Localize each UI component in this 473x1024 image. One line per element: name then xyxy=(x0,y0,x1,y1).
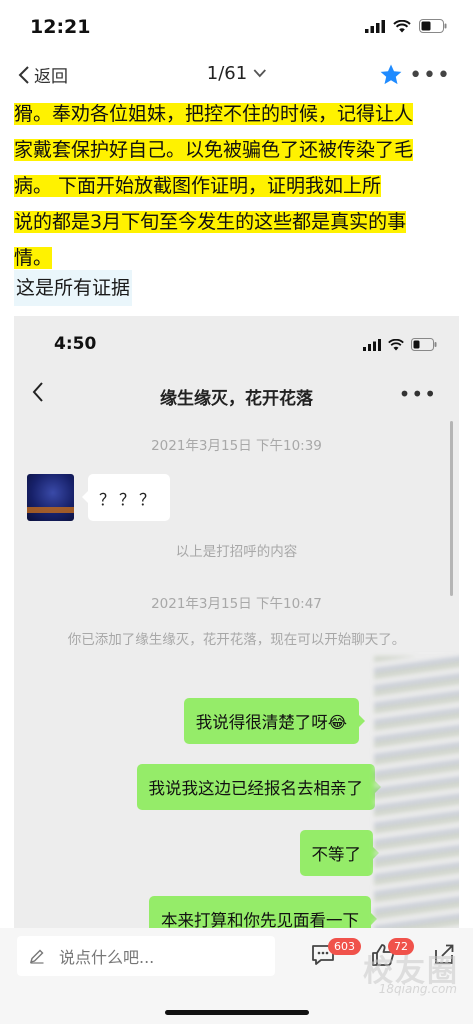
comment-button[interactable]: 603 xyxy=(310,938,361,972)
article-line: 家戴套保护好自己。以免被骗色了还被传染了毛 xyxy=(14,139,414,161)
pencil-icon xyxy=(29,949,44,964)
status-time: 12:21 xyxy=(30,16,91,38)
chat-timestamp: 2021年3月15日 下午10:39 xyxy=(151,438,322,454)
sent-message: 我说得很清楚了呀😂 xyxy=(183,698,366,744)
screenshot-status-icons xyxy=(363,338,437,351)
article-line: 猾。奉劝各位姐妹，把控不住的时候，记得让人 xyxy=(14,103,414,125)
signal-icon xyxy=(363,338,381,351)
contact-avatar xyxy=(27,474,74,521)
signal-icon xyxy=(365,19,385,33)
redacted-area xyxy=(374,656,459,936)
battery-icon xyxy=(411,338,437,351)
chevron-down-icon xyxy=(253,69,266,78)
comment-placeholder: 说点什么吧... xyxy=(59,948,155,967)
wifi-icon xyxy=(393,19,411,32)
article-line: 情。 xyxy=(14,247,53,269)
comment-input[interactable]: 说点什么吧... xyxy=(17,936,275,976)
favorite-star-icon[interactable] xyxy=(379,63,403,87)
chat-note: 以上是打招呼的内容 xyxy=(175,544,298,560)
article-body: 猾。奉劝各位姐妹，把控不住的时候，记得让人 家戴套保护好自己。以免被骗色了还被传… xyxy=(14,96,460,276)
comment-count-badge: 603 xyxy=(328,938,361,955)
evidence-label: 这是所有证据 xyxy=(14,270,133,306)
battery-icon xyxy=(419,19,447,33)
chat-timestamp: 2021年3月15日 下午10:47 xyxy=(151,596,322,612)
article-line: 病。 下面开始放截图作证明，证明我如上所 xyxy=(14,175,382,197)
received-message: ？？？ xyxy=(82,474,170,521)
back-label: 返回 xyxy=(34,67,68,87)
screenshot-time: 4:50 xyxy=(54,334,97,354)
sent-message: 不等了 xyxy=(299,830,379,876)
bottom-bar: 说点什么吧... 603 72 校友圈 18qiang.com xyxy=(0,928,473,1024)
added-notice: 你已添加了缘生缘灭，花开花落，现在可以开始聊天了。 xyxy=(67,632,406,648)
nav-bar: 返回 1/61 ••• xyxy=(0,54,473,98)
chat-more-icon: ••• xyxy=(398,382,437,406)
status-bar: 12:21 xyxy=(0,0,473,54)
wifi-icon xyxy=(388,338,404,350)
page-selector[interactable]: 1/61 xyxy=(207,63,266,84)
chevron-left-icon xyxy=(18,65,29,84)
page-indicator: 1/61 xyxy=(206,63,248,84)
article-line: 说的都是3月下旬至今发生的这些都是真实的事 xyxy=(14,211,407,233)
back-button[interactable]: 返回 xyxy=(18,62,68,87)
more-icon[interactable]: ••• xyxy=(409,65,451,87)
sent-message: 我说我这边已经报名去相亲了 xyxy=(136,764,381,810)
status-icons xyxy=(365,19,447,33)
chat-title: 缘生缘灭，花开花落 xyxy=(160,389,313,409)
watermark-site: 18qiang.com xyxy=(378,982,457,996)
evidence-screenshot[interactable]: 4:50 缘生缘灭，花开花落 ••• 2021年3月15日 下午10:39 ？？… xyxy=(14,316,459,936)
home-indicator xyxy=(165,1010,309,1015)
